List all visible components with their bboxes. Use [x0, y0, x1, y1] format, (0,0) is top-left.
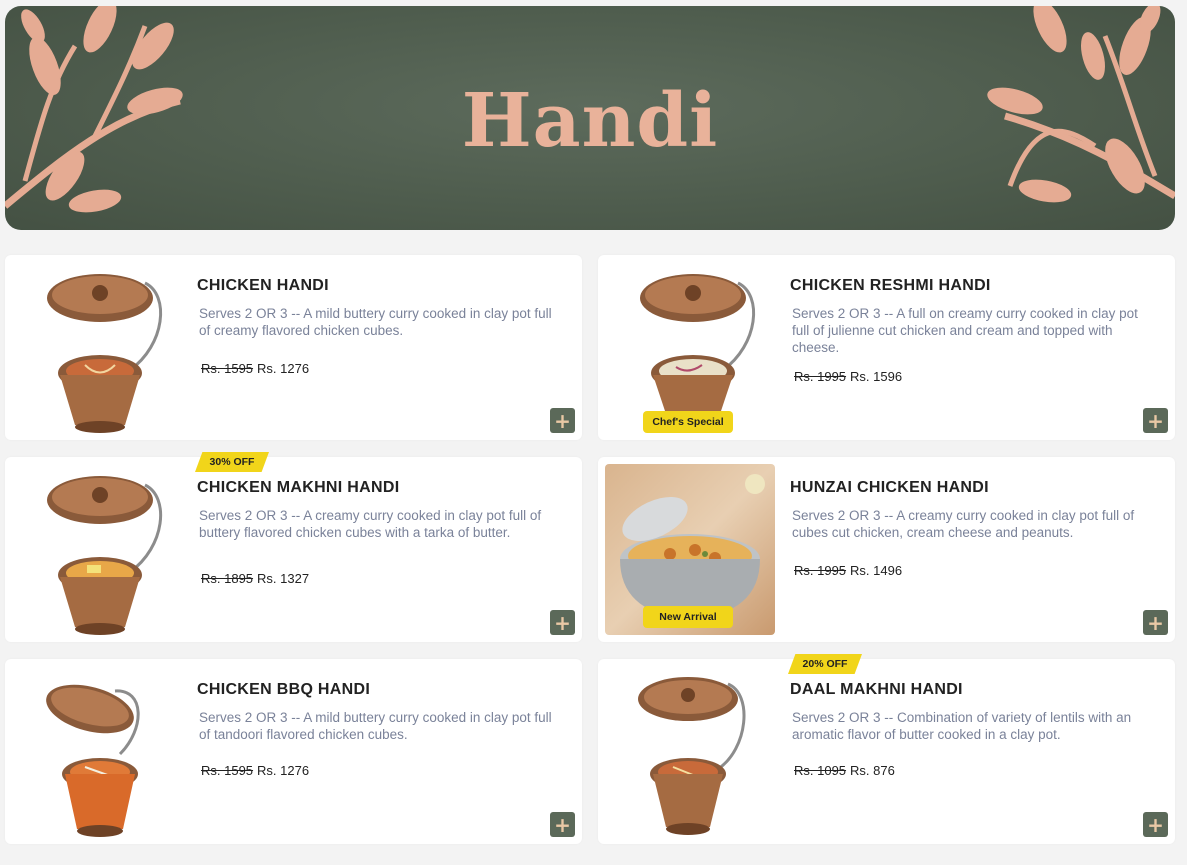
menu-item-card[interactable]: New Arrival HUNZAI CHICKEN HANDI Serves … [598, 457, 1175, 642]
price-row: Rs. 1595 Rs. 1276 [201, 763, 309, 778]
plus-icon: + [1147, 610, 1164, 635]
item-description: Serves 2 OR 3 -- Combination of variety … [792, 710, 1132, 742]
add-to-cart-button[interactable]: + [1143, 408, 1168, 433]
original-price: Rs. 1095 [794, 763, 847, 778]
menu-item-card[interactable]: 20% OFF DAAL MAKHNI HANDI Serves 2 OR 3 … [598, 654, 1175, 844]
sale-price: Rs. 1596 [850, 369, 903, 384]
handi-pot-icon [47, 476, 162, 635]
handi-pot-icon [638, 677, 746, 835]
plus-icon: + [554, 812, 571, 837]
item-name: DAAL MAKHNI HANDI [790, 681, 963, 698]
item-image [5, 255, 195, 440]
sale-price: Rs. 876 [850, 763, 895, 778]
original-price: Rs. 1995 [794, 369, 847, 384]
add-to-cart-button[interactable]: + [550, 408, 575, 433]
original-price: Rs. 1995 [794, 563, 847, 578]
item-image: Chef's Special [598, 255, 788, 440]
price-row: Rs. 1895 Rs. 1327 [201, 571, 309, 586]
chefs-special-badge: Chef's Special [643, 411, 733, 433]
menu-item-card[interactable]: Chef's Special CHICKEN RESHMI HANDI Serv… [598, 255, 1175, 440]
add-to-cart-button[interactable]: + [1143, 812, 1168, 837]
price-row: Rs. 1095 Rs. 876 [794, 763, 895, 778]
original-price: Rs. 1595 [201, 763, 254, 778]
price-row: Rs. 1995 Rs. 1496 [794, 563, 902, 578]
sale-price: Rs. 1276 [257, 763, 310, 778]
price-row: Rs. 1595 Rs. 1276 [201, 361, 309, 376]
item-image [598, 659, 788, 844]
original-price: Rs. 1595 [201, 361, 254, 376]
add-to-cart-button[interactable]: + [550, 812, 575, 837]
plus-icon: + [1147, 408, 1164, 433]
category-banner: Handi [5, 6, 1175, 230]
discount-tag: 30% OFF [195, 452, 269, 472]
item-description: Serves 2 OR 3 -- A mild buttery curry co… [199, 710, 552, 742]
new-arrival-badge: New Arrival [643, 606, 733, 628]
item-description: Serves 2 OR 3 -- A creamy curry cooked i… [199, 508, 542, 540]
item-image [5, 659, 195, 844]
handi-pot-icon [46, 684, 140, 837]
item-description: Serves 2 OR 3 -- A mild buttery curry co… [199, 306, 552, 338]
sale-price: Rs. 1327 [257, 571, 310, 586]
handi-pot-icon [47, 274, 162, 433]
item-image: New Arrival [605, 464, 775, 635]
sale-price: Rs. 1276 [257, 361, 310, 376]
plus-icon: + [1147, 812, 1164, 837]
item-description: Serves 2 OR 3 -- A full on creamy curry … [792, 306, 1138, 355]
price-row: Rs. 1995 Rs. 1596 [794, 369, 902, 384]
menu-item-card[interactable]: CHICKEN HANDI Serves 2 OR 3 -- A mild bu… [5, 255, 582, 440]
add-to-cart-button[interactable]: + [550, 610, 575, 635]
sale-price: Rs. 1496 [850, 563, 903, 578]
add-to-cart-button[interactable]: + [1143, 610, 1168, 635]
item-name: HUNZAI CHICKEN HANDI [790, 479, 989, 496]
discount-tag: 20% OFF [788, 654, 862, 674]
item-name: CHICKEN HANDI [197, 277, 329, 294]
menu-item-card[interactable]: CHICKEN BBQ HANDI Serves 2 OR 3 -- A mil… [5, 659, 582, 844]
item-description: Serves 2 OR 3 -- A creamy curry cooked i… [792, 508, 1135, 540]
item-name: CHICKEN MAKHNI HANDI [197, 479, 400, 496]
item-name: CHICKEN RESHMI HANDI [790, 277, 991, 294]
item-name: CHICKEN BBQ HANDI [197, 681, 371, 698]
menu-item-card[interactable]: 30% OFF CHICKEN MAKHNI HANDI Serves 2 OR… [5, 452, 582, 642]
plus-icon: + [554, 610, 571, 635]
item-image [5, 457, 195, 642]
leaf-decoration-right-icon [987, 6, 1175, 203]
plus-icon: + [554, 408, 571, 433]
original-price: Rs. 1895 [201, 571, 254, 586]
